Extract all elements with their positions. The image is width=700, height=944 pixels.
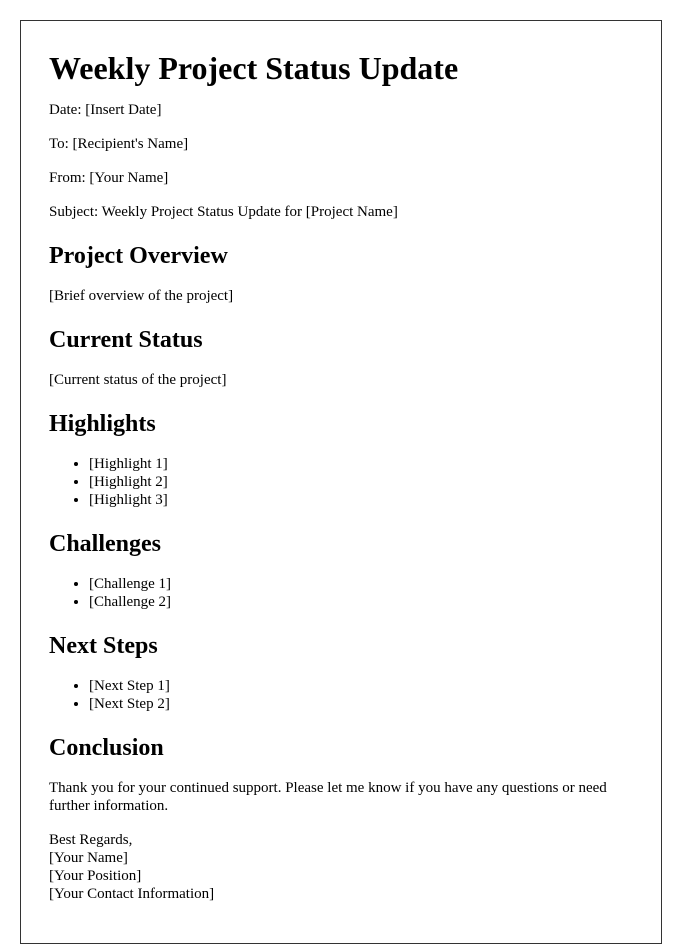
next-step-item: [Next Step 2] [89, 695, 632, 713]
highlight-item: [Highlight 1] [89, 455, 632, 473]
overview-heading: Project Overview [49, 243, 228, 269]
signature-name: [Your Name] [49, 850, 128, 866]
page-title: Weekly Project Status Update [49, 50, 459, 86]
to-line: To: [Recipient's Name] [49, 136, 189, 152]
highlight-item: [Highlight 2] [89, 473, 632, 491]
signature-block: Best Regards, [Your Name] [Your Position… [49, 831, 632, 903]
next-steps-heading: Next Steps [49, 633, 158, 659]
signature-closing: Best Regards, [49, 832, 133, 848]
challenge-item: [Challenge 2] [89, 593, 632, 611]
date-line: Date: [Insert Date] [49, 102, 162, 118]
next-steps-list: [Next Step 1] [Next Step 2] [49, 677, 632, 713]
challenges-list: [Challenge 1] [Challenge 2] [49, 575, 632, 611]
highlights-heading: Highlights [49, 411, 156, 437]
subject-line: Subject: Weekly Project Status Update fo… [49, 204, 398, 220]
status-text: [Current status of the project] [49, 372, 227, 388]
overview-text: [Brief overview of the project] [49, 288, 234, 304]
next-step-item: [Next Step 1] [89, 677, 632, 695]
status-heading: Current Status [49, 327, 203, 353]
highlights-list: [Highlight 1] [Highlight 2] [Highlight 3… [49, 455, 632, 509]
signature-contact: [Your Contact Information] [49, 886, 215, 902]
signature-position: [Your Position] [49, 868, 142, 884]
challenge-item: [Challenge 1] [89, 575, 632, 593]
conclusion-heading: Conclusion [49, 735, 164, 761]
from-line: From: [Your Name] [49, 170, 169, 186]
letter-container: Weekly Project Status Update Date: [Inse… [20, 20, 662, 944]
conclusion-text: Thank you for your continued support. Pl… [49, 780, 607, 814]
highlight-item: [Highlight 3] [89, 491, 632, 509]
challenges-heading: Challenges [49, 531, 162, 557]
